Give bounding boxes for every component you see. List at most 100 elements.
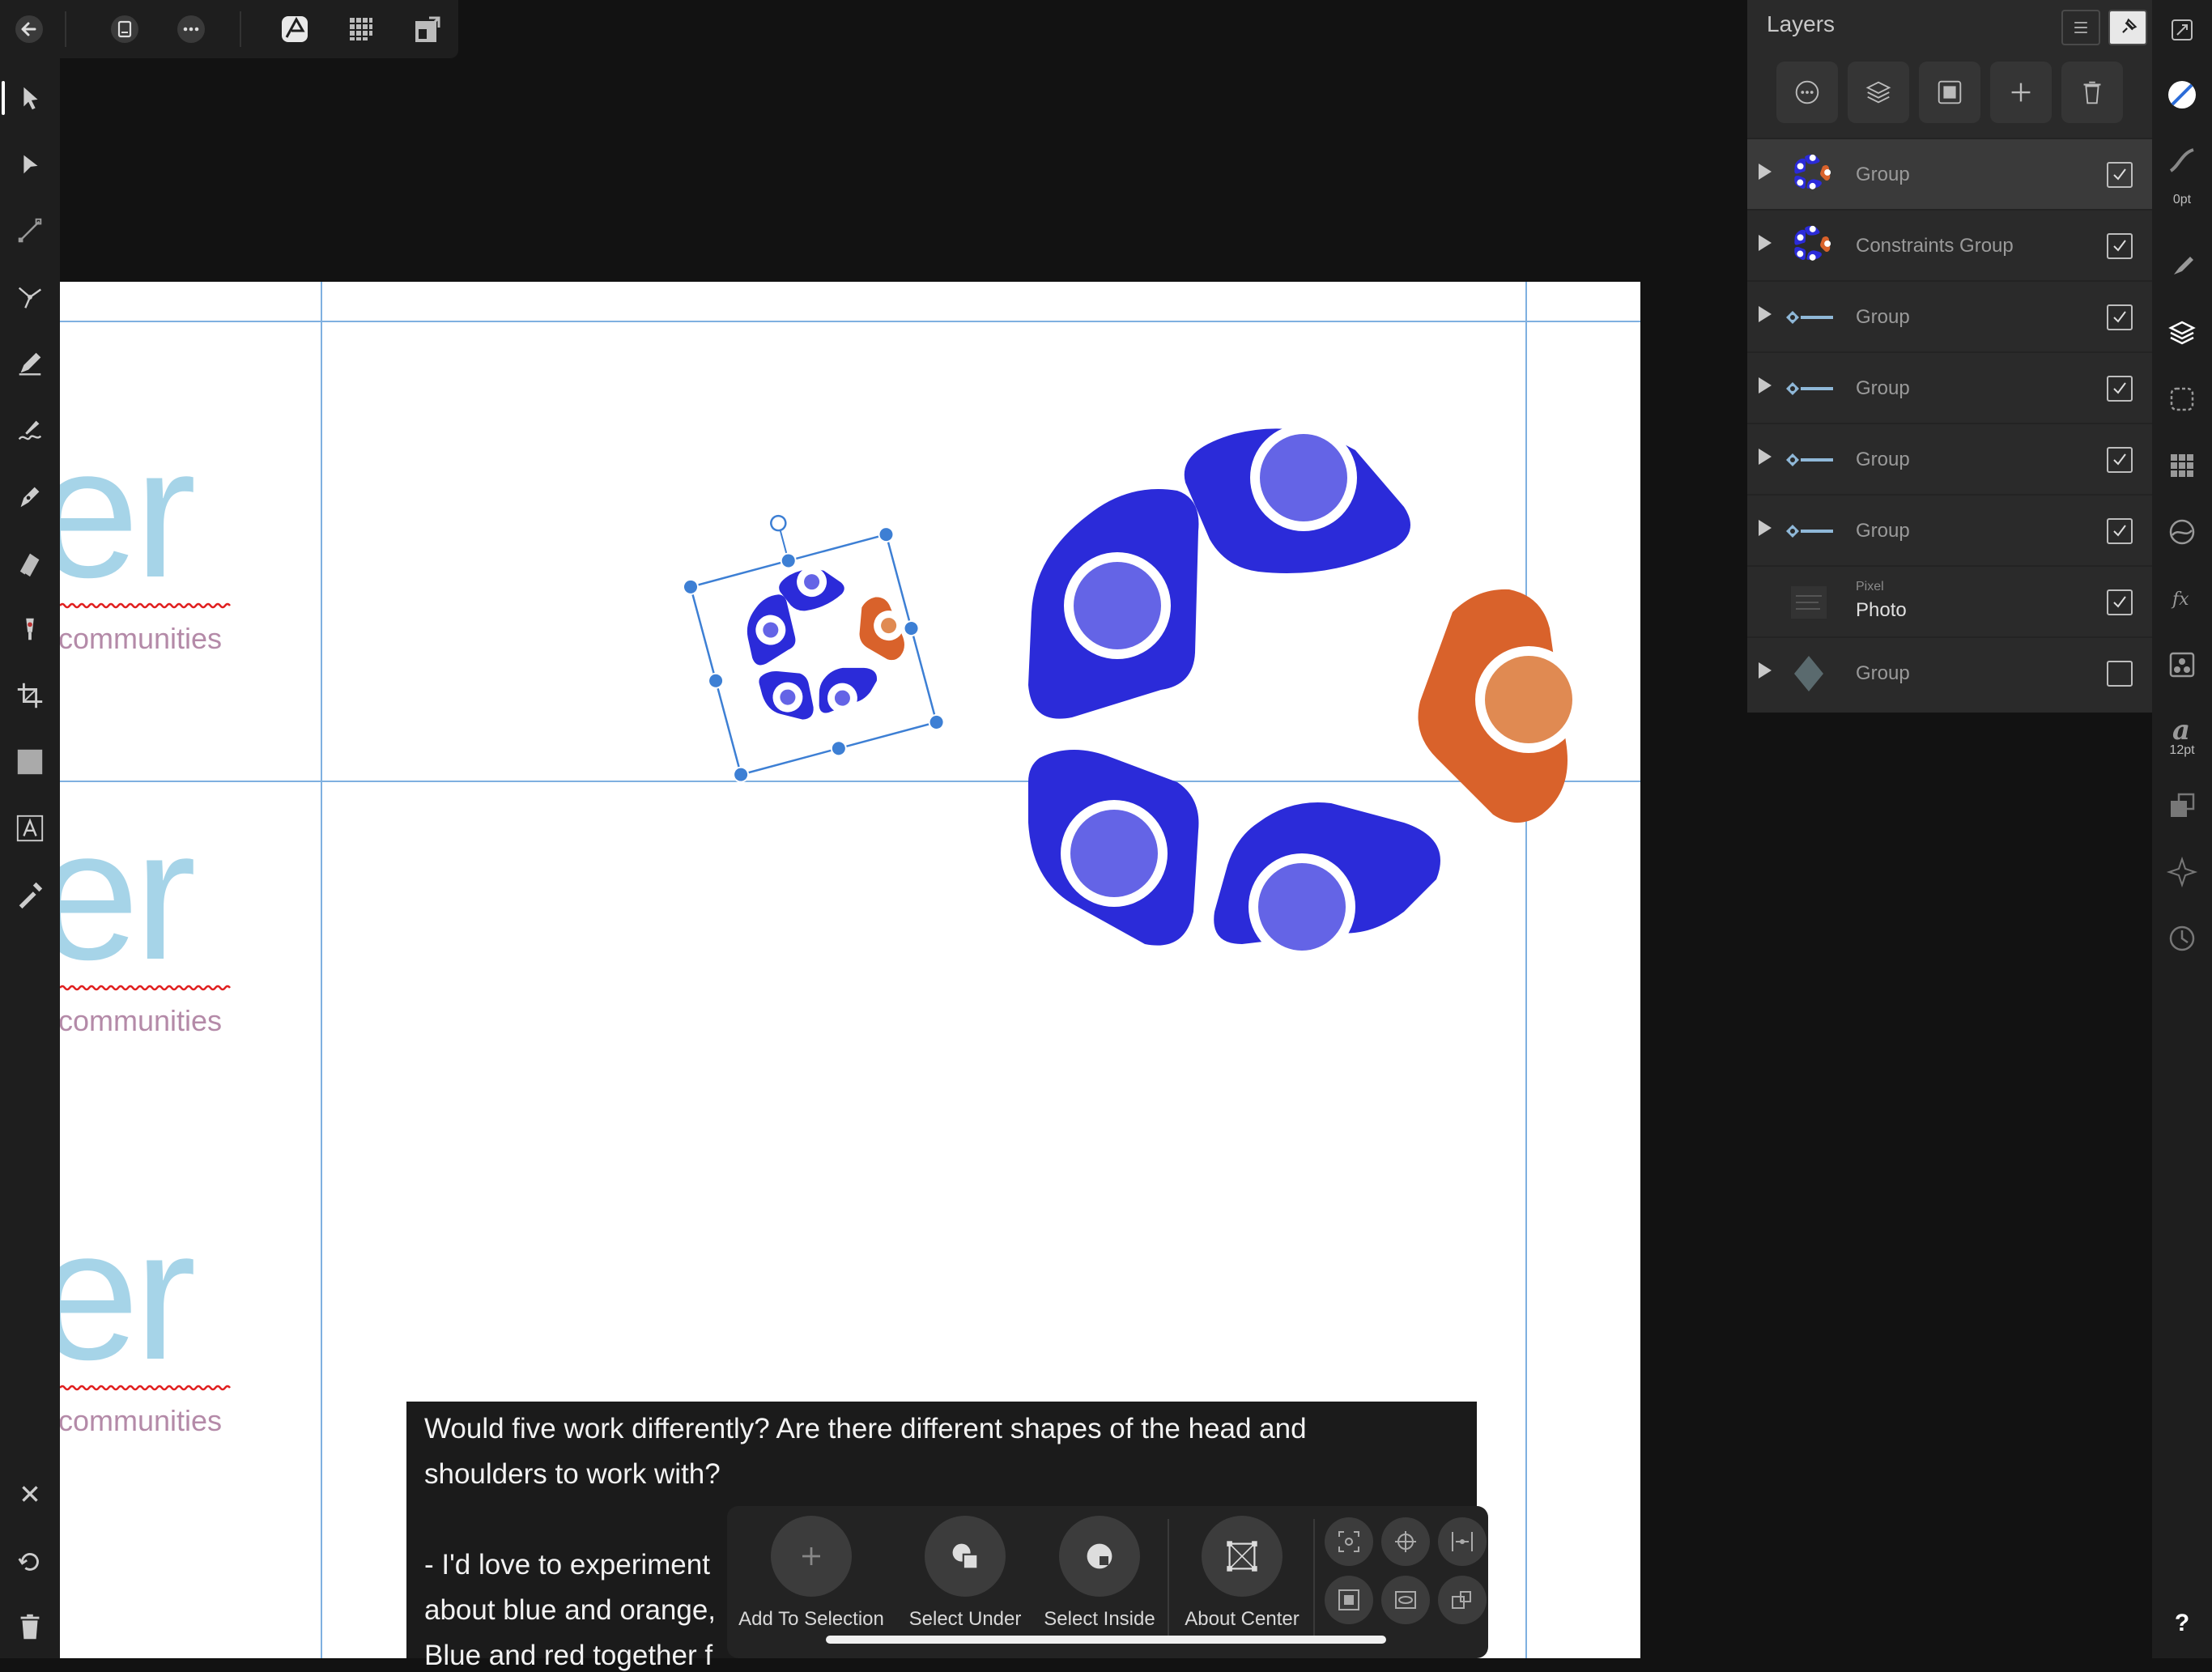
expand-triangle-icon[interactable] — [1759, 449, 1772, 465]
canvas-text-er[interactable]: er — [60, 1202, 197, 1388]
pen-tool[interactable] — [10, 476, 50, 517]
transparency-tool[interactable] — [10, 609, 50, 649]
color-swatch-icon[interactable] — [2162, 74, 2202, 115]
pencil-tool[interactable] — [10, 343, 50, 384]
note-line: - I'd love to experiment — [424, 1549, 710, 1581]
expand-triangle-icon[interactable] — [1759, 306, 1772, 322]
expand-triangle-icon[interactable] — [1759, 662, 1772, 679]
add-to-selection-button[interactable]: Add To Selection — [738, 1516, 884, 1631]
node-tool[interactable] — [10, 144, 50, 185]
corner-tool[interactable] — [10, 211, 50, 251]
delete-layer-icon[interactable] — [2061, 62, 2123, 123]
transform-icon[interactable] — [2162, 785, 2202, 826]
stroke-icon[interactable] — [2162, 139, 2202, 180]
select-inside-icon — [1087, 1543, 1112, 1569]
brushes-icon[interactable] — [2162, 245, 2202, 285]
crop-tool[interactable] — [10, 675, 50, 716]
layers-title: Layers — [1767, 11, 1836, 36]
snap-transform-icon[interactable] — [1438, 1576, 1487, 1624]
appearance-icon[interactable] — [2162, 512, 2202, 552]
layer-thumbnail — [1783, 436, 1835, 484]
layers-studio-icon[interactable] — [2162, 313, 2202, 353]
layer-row[interactable]: Pixel Photo — [1747, 565, 2152, 638]
canvas-text-er[interactable]: er — [60, 419, 197, 606]
layer-name: Group — [1856, 449, 1910, 470]
home-indicator[interactable] — [826, 1636, 1386, 1644]
visibility-checkbox[interactable] — [2107, 447, 2133, 473]
canvas-text-communities[interactable]: communities — [60, 622, 222, 656]
undo-icon[interactable] — [10, 1540, 50, 1581]
assets-grid-icon[interactable] — [2162, 445, 2202, 486]
pin-icon[interactable] — [2108, 10, 2147, 45]
snap-visible-icon[interactable] — [1381, 1576, 1430, 1624]
fill-tool[interactable] — [10, 542, 50, 583]
visibility-checkbox[interactable] — [2107, 233, 2133, 259]
panel-menu-icon[interactable] — [2061, 10, 2100, 45]
selection-icon[interactable] — [2162, 379, 2202, 419]
top-toolbar — [0, 0, 458, 58]
visibility-checkbox[interactable] — [2107, 162, 2133, 188]
pixel-grid-icon[interactable] — [342, 10, 381, 49]
visibility-checkbox[interactable] — [2107, 304, 2133, 330]
mask-layer-icon[interactable] — [1919, 62, 1980, 123]
layer-stack-icon[interactable] — [1848, 62, 1909, 123]
visibility-checkbox[interactable] — [2107, 518, 2133, 544]
expand-triangle-icon[interactable] — [1759, 377, 1772, 394]
layer-name: Photo — [1856, 599, 1907, 621]
large-logo[interactable] — [951, 418, 1598, 968]
about-center-button[interactable]: About Center — [1169, 1516, 1315, 1631]
layer-thumbnail — [1783, 293, 1835, 342]
snap-frame-icon[interactable] — [1325, 1576, 1373, 1624]
move-tool[interactable] — [2, 78, 50, 118]
layer-row[interactable]: Group — [1747, 138, 2152, 211]
layer-thumbnail — [1783, 364, 1835, 413]
rectangle-tool[interactable] — [10, 742, 50, 782]
layer-row[interactable]: Group — [1747, 636, 2152, 709]
expand-icon[interactable] — [2162, 10, 2202, 50]
canvas-text-communities[interactable]: communities — [60, 1404, 222, 1438]
expand-triangle-icon[interactable] — [1759, 235, 1772, 251]
history-icon[interactable] — [2162, 918, 2202, 959]
expand-triangle-icon[interactable] — [1759, 164, 1772, 180]
more-icon[interactable] — [172, 10, 211, 49]
canvas-text-communities[interactable]: communities — [60, 1004, 222, 1038]
text-tool[interactable] — [10, 808, 50, 849]
color-picker-tool[interactable] — [10, 874, 50, 915]
note-line: Blue and red together f — [424, 1640, 713, 1671]
snap-midpoint-icon[interactable] — [1438, 1517, 1487, 1566]
canvas-text-er[interactable]: er — [60, 802, 197, 988]
layer-row[interactable]: Group — [1747, 423, 2152, 496]
back-arrow-icon[interactable] — [10, 10, 49, 49]
layer-row[interactable]: Group — [1747, 280, 2152, 353]
visibility-checkbox[interactable] — [2107, 376, 2133, 402]
document-icon[interactable] — [105, 10, 144, 49]
selected-small-logo[interactable] — [643, 419, 999, 1019]
close-icon[interactable] — [10, 1474, 50, 1514]
layer-options-icon[interactable] — [1776, 62, 1838, 123]
vector-brush-tool[interactable] — [10, 410, 50, 450]
snap-center-icon[interactable] — [1381, 1517, 1430, 1566]
layer-name: Group — [1856, 306, 1910, 328]
select-under-button[interactable]: Select Under — [892, 1516, 1038, 1631]
visibility-checkbox[interactable] — [2107, 661, 2133, 687]
note-line: about blue and orange, — [424, 1594, 717, 1626]
layer-name: Group — [1856, 662, 1910, 684]
snap-bbox-icon[interactable] — [1325, 1517, 1373, 1566]
add-layer-icon[interactable] — [1990, 62, 2052, 123]
help-button[interactable]: ? — [2162, 1603, 2202, 1644]
layer-type-label: Pixel — [1856, 580, 1884, 593]
effects-icon[interactable]: fx — [2162, 578, 2202, 619]
export-persona-icon[interactable] — [408, 10, 447, 49]
layer-row[interactable]: Group — [1747, 494, 2152, 567]
trash-icon[interactable] — [10, 1606, 50, 1647]
select-inside-button[interactable]: Select Inside — [1027, 1516, 1172, 1631]
expand-triangle-icon[interactable] — [1759, 520, 1772, 536]
navigator-icon[interactable] — [2162, 852, 2202, 892]
layer-row[interactable]: Constraints Group — [1747, 209, 2152, 282]
note-line: Would five work differently? Are there d… — [424, 1413, 1307, 1444]
visibility-checkbox[interactable] — [2107, 589, 2133, 615]
affinity-persona-icon[interactable] — [275, 10, 314, 49]
layer-row[interactable]: Group — [1747, 351, 2152, 424]
point-transform-tool[interactable] — [10, 277, 50, 317]
styles-icon[interactable] — [2162, 645, 2202, 685]
